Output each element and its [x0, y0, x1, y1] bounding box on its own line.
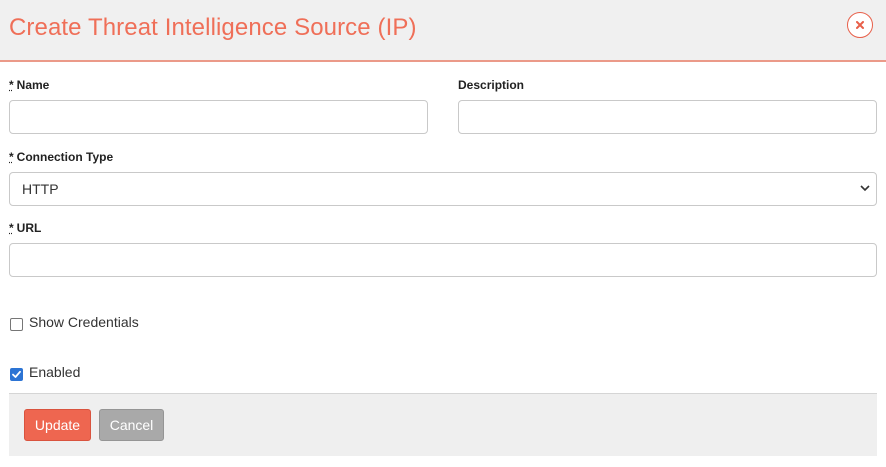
name-input[interactable]: [9, 100, 428, 134]
required-marker: *: [9, 78, 14, 92]
close-button[interactable]: [847, 12, 873, 38]
name-label: * Name: [9, 78, 50, 92]
enabled-label[interactable]: Enabled: [29, 364, 80, 380]
show-credentials-label[interactable]: Show Credentials: [29, 314, 139, 330]
close-icon: [856, 21, 864, 29]
description-input[interactable]: [458, 100, 877, 134]
url-label: * URL: [9, 221, 42, 235]
update-button[interactable]: Update: [24, 409, 91, 441]
description-label: Description: [458, 78, 525, 92]
required-marker: *: [9, 221, 14, 235]
checkmark-icon: [12, 370, 21, 378]
dialog-footer: Update Cancel: [9, 393, 877, 456]
enabled-checkbox[interactable]: [10, 368, 23, 381]
dialog-header: Create Threat Intelligence Source (IP): [0, 0, 886, 62]
show-credentials-checkbox[interactable]: [10, 318, 23, 331]
create-threat-intel-source-dialog: Create Threat Intelligence Source (IP) *…: [0, 0, 886, 467]
required-marker: *: [9, 150, 14, 164]
url-input[interactable]: [9, 243, 877, 277]
connection-type-value: HTTP: [22, 181, 59, 197]
connection-type-label: * Connection Type: [9, 150, 114, 164]
dialog-title: Create Threat Intelligence Source (IP): [9, 14, 417, 41]
connection-type-select[interactable]: HTTP: [9, 172, 877, 206]
cancel-button[interactable]: Cancel: [99, 409, 164, 441]
chevron-down-icon: [860, 185, 870, 192]
